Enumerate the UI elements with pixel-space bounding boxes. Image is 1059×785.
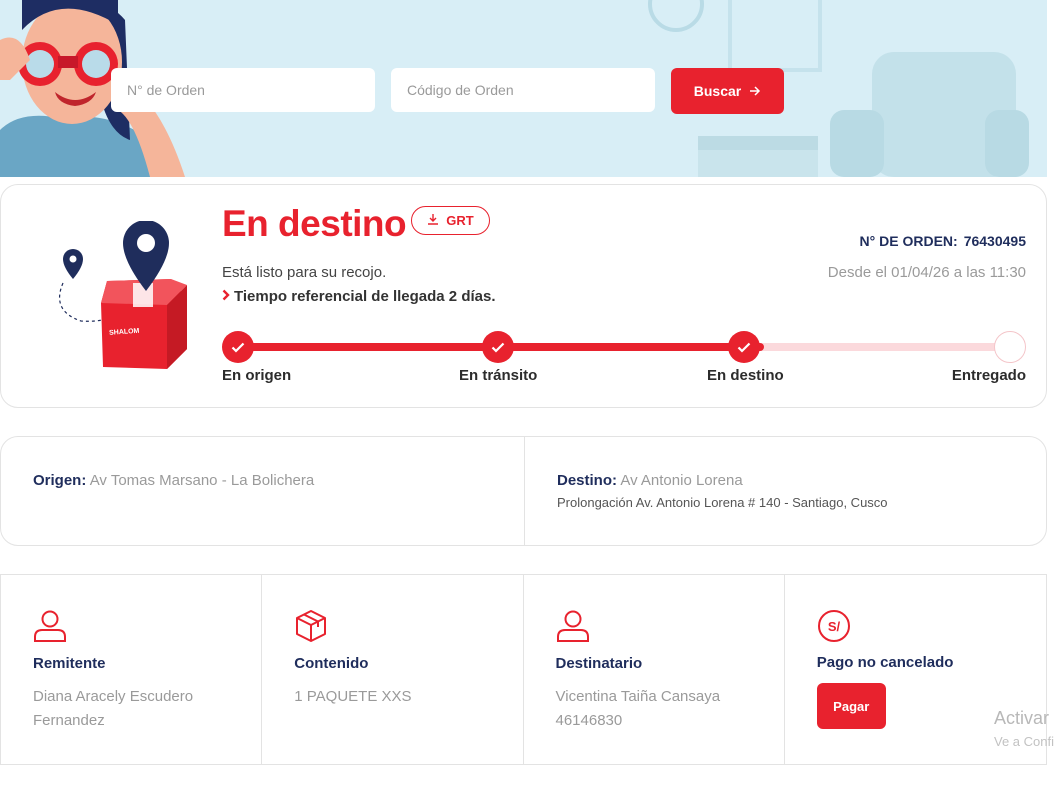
svg-text:S/: S/ [828, 619, 841, 634]
step-dot-destination [728, 331, 760, 363]
step-label-destination: En destino [707, 367, 784, 384]
arrow-right-icon [749, 83, 761, 99]
progress-track [239, 343, 1011, 351]
sender-cell: Remitente Diana Aracely Escudero Fernand… [1, 575, 263, 764]
check-icon [737, 342, 751, 353]
recipient-name: Vicentina Taiña Cansaya [555, 688, 721, 705]
step-label-origin: En origen [222, 367, 292, 384]
step-dot-delivered [994, 331, 1026, 363]
destination-detail: Prolongación Av. Antonio Lorena # 140 - … [557, 495, 888, 510]
activation-watermark: Activar [994, 708, 1050, 728]
eta-value: Tiempo referencial de llegada 2 días. [234, 288, 496, 305]
address-card: Origen: Av Tomas Marsano - La Bolichera … [0, 436, 1047, 546]
sender-label: Remitente [33, 655, 106, 672]
payment-label: Pago no cancelado [816, 654, 954, 671]
chevron-right-icon [222, 288, 230, 305]
order-number: N° DE ORDEN: 76430495 [860, 233, 1026, 249]
status-since: Desde el 01/04/26 a las 11:30 [827, 264, 1026, 281]
grt-label: GRT [446, 213, 474, 228]
package-location-illustration: SHALOM [59, 221, 187, 369]
pay-button[interactable]: Pagar [816, 683, 886, 729]
soles-icon: S/ [817, 610, 850, 642]
destination-label: Destino: [557, 472, 617, 489]
step-dot-origin [222, 331, 254, 363]
step-label-transit: En tránsito [459, 367, 538, 384]
check-icon [231, 342, 245, 353]
search-button[interactable]: Buscar [671, 68, 784, 114]
shipment-info-grid: Remitente Diana Aracely Escudero Fernand… [0, 574, 1047, 765]
search-hero: Buscar [0, 0, 1047, 177]
order-code-input[interactable] [391, 68, 655, 112]
user-icon [34, 610, 66, 642]
map-pin-icon [63, 249, 83, 279]
sender-value: Diana Aracely Escudero Fernandez [33, 688, 194, 729]
destination-address: Destino: Av Antonio Lorena [557, 472, 743, 489]
order-number-label: N° DE ORDEN: [859, 233, 958, 249]
grt-download-button[interactable]: GRT [411, 206, 490, 235]
origin-label: Origen: [33, 472, 87, 489]
origin-address: Origen: Av Tomas Marsano - La Bolichera [33, 472, 314, 489]
check-icon [491, 342, 505, 353]
step-label-delivered: Entregado [951, 367, 1026, 384]
activation-watermark-sub: Ve a Confi [994, 734, 1054, 749]
status-title: En destino [222, 203, 407, 244]
recipient-id: 46146830 [555, 712, 623, 729]
content-value: 1 PAQUETE XXS [294, 688, 412, 705]
eta-text: Tiempo referencial de llegada 2 días. [222, 288, 496, 305]
box-icon [296, 610, 327, 642]
order-number-value: 76430495 [963, 233, 1026, 249]
recipient-label: Destinatario [555, 655, 643, 672]
address-divider [524, 437, 525, 545]
order-number-input[interactable] [111, 68, 375, 112]
status-message: Está listo para su recojo. [222, 264, 387, 281]
content-cell: Contenido 1 PAQUETE XXS [262, 575, 524, 764]
recipient-cell: Destinatario Vicentina Taiña Cansaya 461… [524, 575, 785, 764]
status-card: SHALOM En destino GRT Está listo para su… [0, 184, 1047, 408]
search-button-label: Buscar [693, 83, 742, 99]
content-label: Contenido [294, 655, 369, 672]
recipient-value: Vicentina Taiña Cansaya 46146830 [556, 685, 766, 733]
step-dot-transit [482, 331, 514, 363]
download-icon [427, 213, 439, 228]
destination-value: Av Antonio Lorena [620, 472, 743, 489]
origin-value: Av Tomas Marsano - La Bolichera [89, 472, 315, 489]
user-icon [556, 610, 589, 642]
